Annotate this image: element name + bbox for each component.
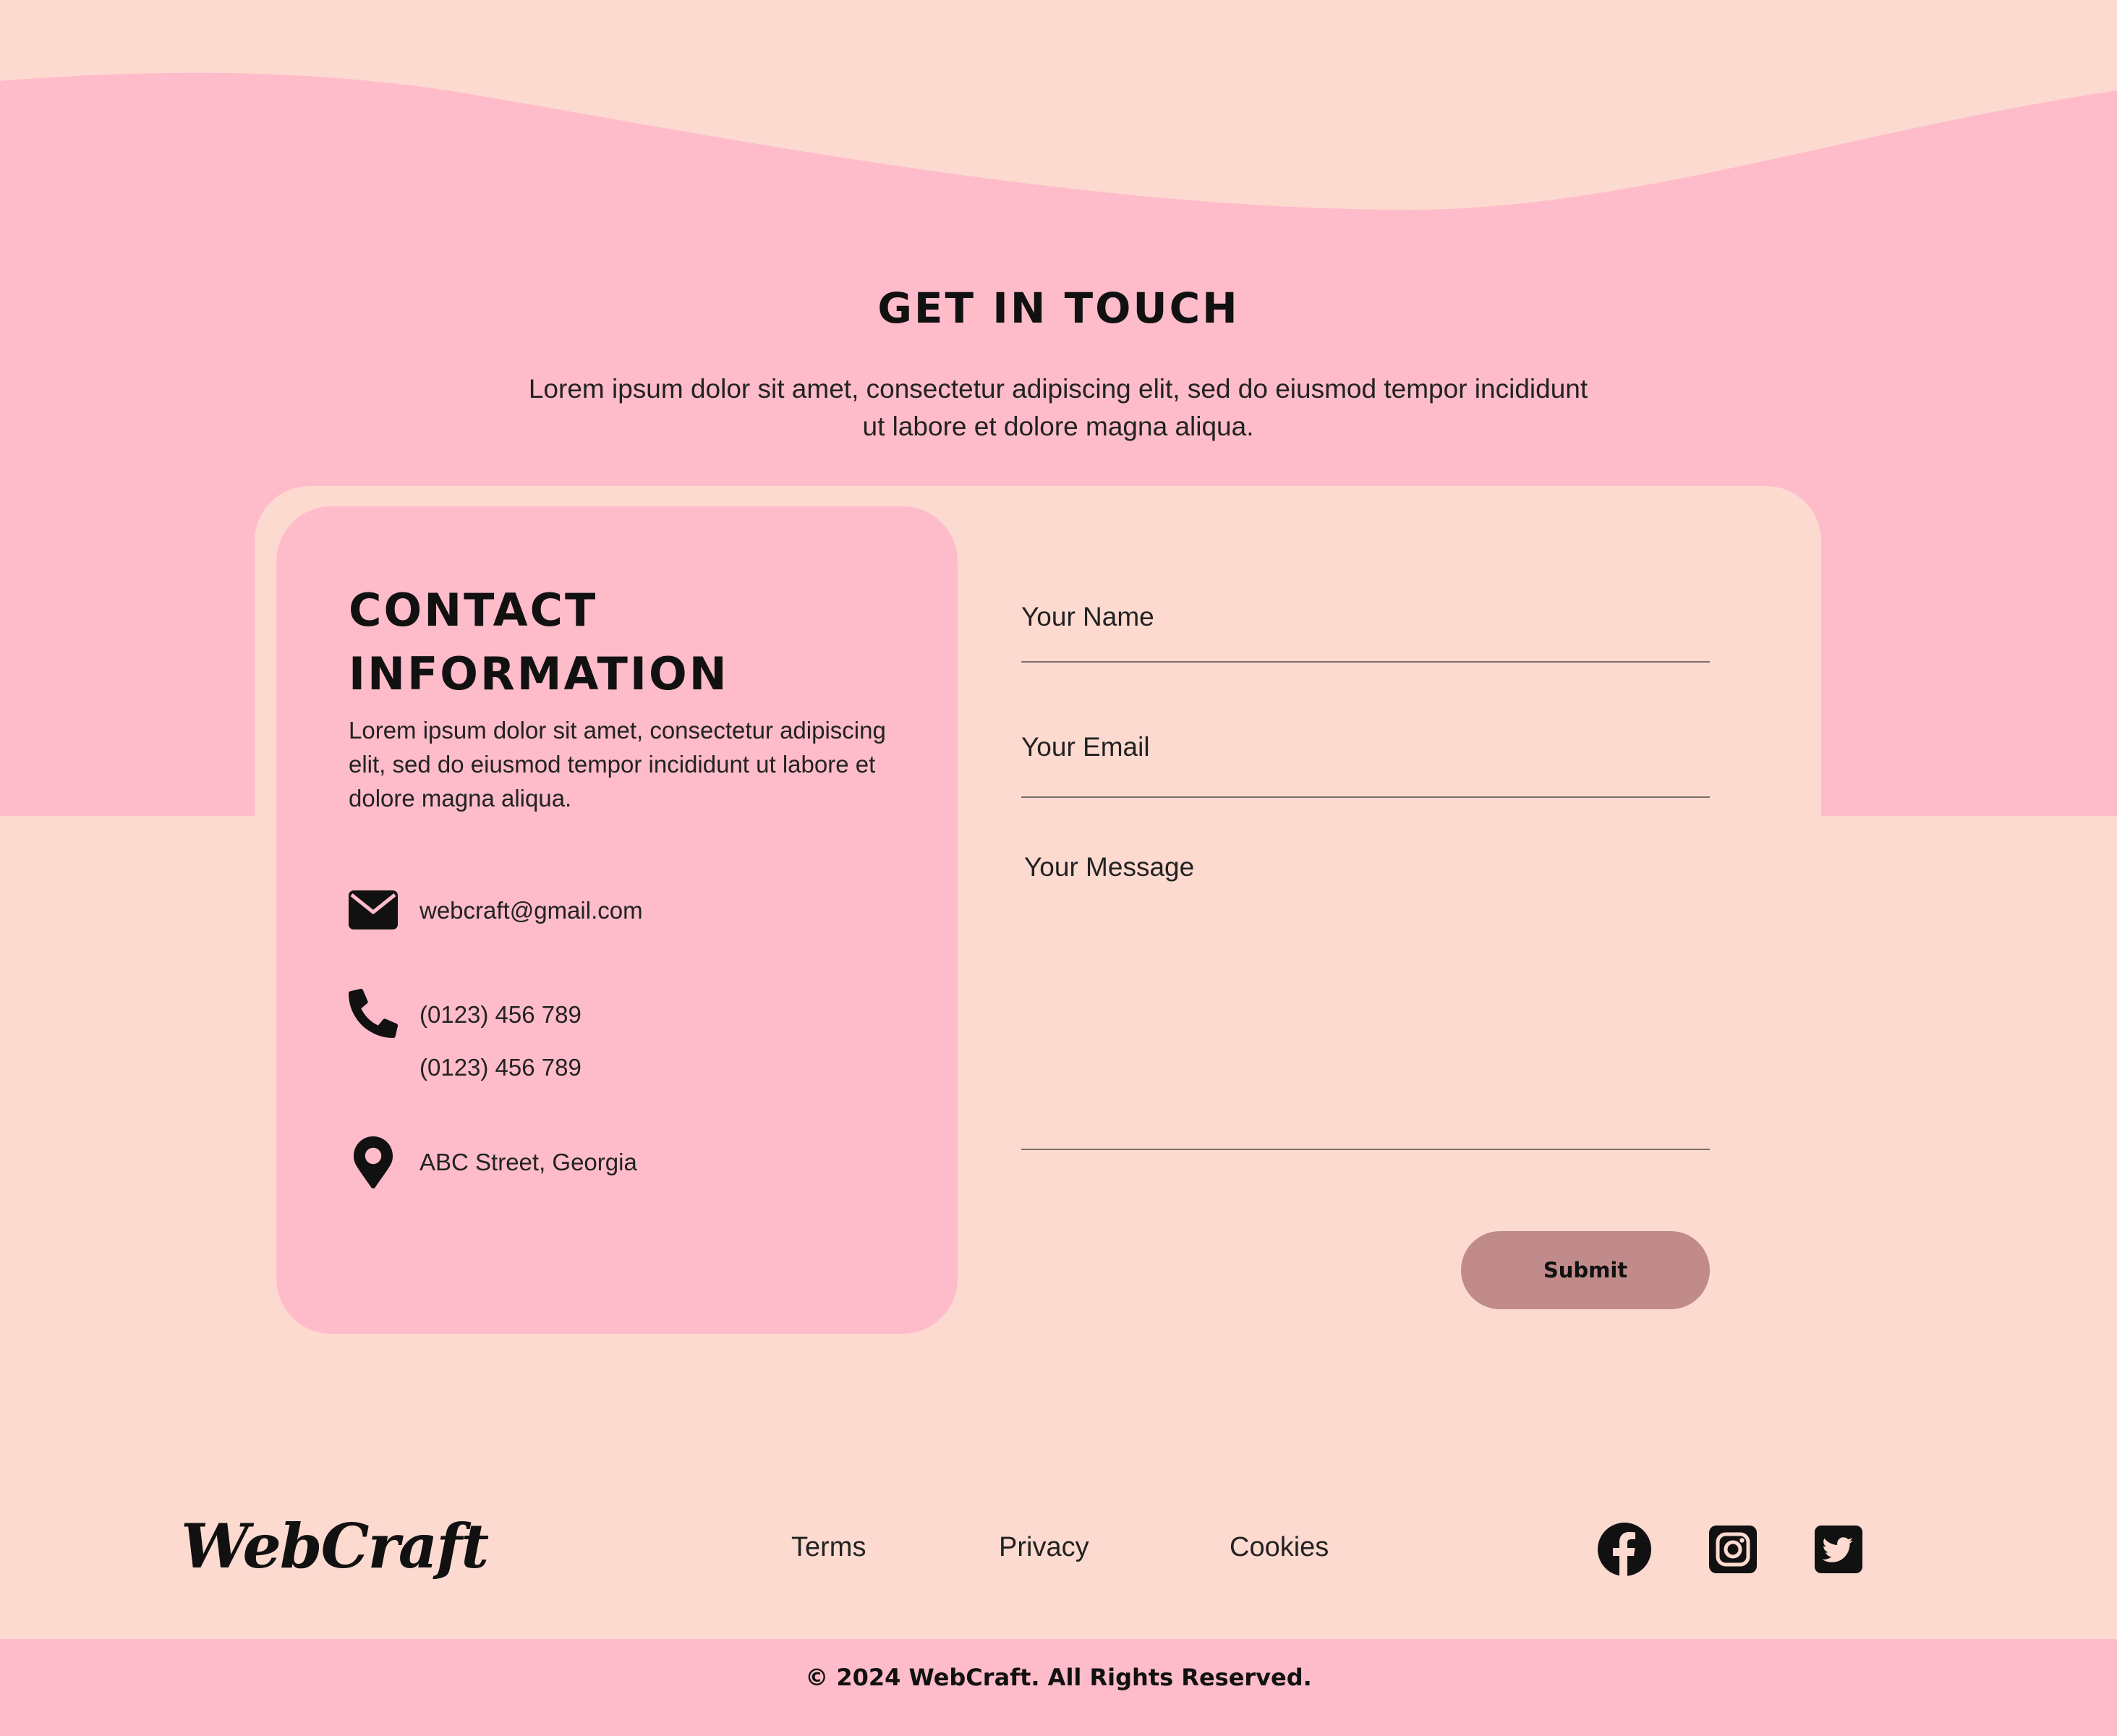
copyright-text: © 2024 WebCraft. All Rights Reserved. — [805, 1664, 1312, 1691]
submit-button[interactable]: Submit — [1461, 1231, 1710, 1309]
section-subtitle: Lorem ipsum dolor sit amet, consectetur … — [528, 374, 1588, 441]
name-input[interactable]: Your Name — [1021, 602, 1154, 632]
map-pin-icon — [349, 1136, 398, 1189]
name-input-underline — [1021, 661, 1710, 663]
contact-info-title: Contact Information — [349, 584, 729, 700]
phone-icon — [349, 988, 398, 1040]
address-text: ABC Street, Georgia — [419, 1149, 637, 1175]
message-textarea-underline — [1021, 1149, 1710, 1150]
footer-logo[interactable]: WebCraft — [181, 1510, 489, 1582]
email-input[interactable]: Your Email — [1021, 732, 1150, 762]
phone-number-2[interactable]: (0123) 456 789 — [419, 1041, 582, 1094]
section-title: GET IN TOUCH — [877, 284, 1240, 333]
terms-link[interactable]: Terms — [791, 1532, 866, 1563]
privacy-link[interactable]: Privacy — [999, 1532, 1089, 1563]
phone-number-1[interactable]: (0123) 456 789 — [419, 988, 582, 1041]
email-input-underline — [1021, 796, 1710, 798]
twitter-icon[interactable] — [1811, 1522, 1866, 1577]
cookies-link[interactable]: Cookies — [1230, 1532, 1329, 1563]
envelope-icon — [349, 884, 398, 936]
phone-row: (0123) 456 789 (0123) 456 789 — [349, 988, 582, 1094]
email-address[interactable]: webcraft@gmail.com — [419, 884, 643, 937]
email-row: webcraft@gmail.com — [349, 884, 643, 937]
message-textarea[interactable]: Your Message — [1024, 852, 1194, 882]
decorative-wave — [0, 0, 2117, 210]
instagram-icon[interactable] — [1705, 1522, 1760, 1577]
facebook-icon[interactable] — [1597, 1522, 1652, 1577]
address-row: ABC Street, Georgia — [349, 1136, 637, 1189]
contact-info-description: Lorem ipsum dolor sit amet, consectetur … — [349, 717, 886, 812]
